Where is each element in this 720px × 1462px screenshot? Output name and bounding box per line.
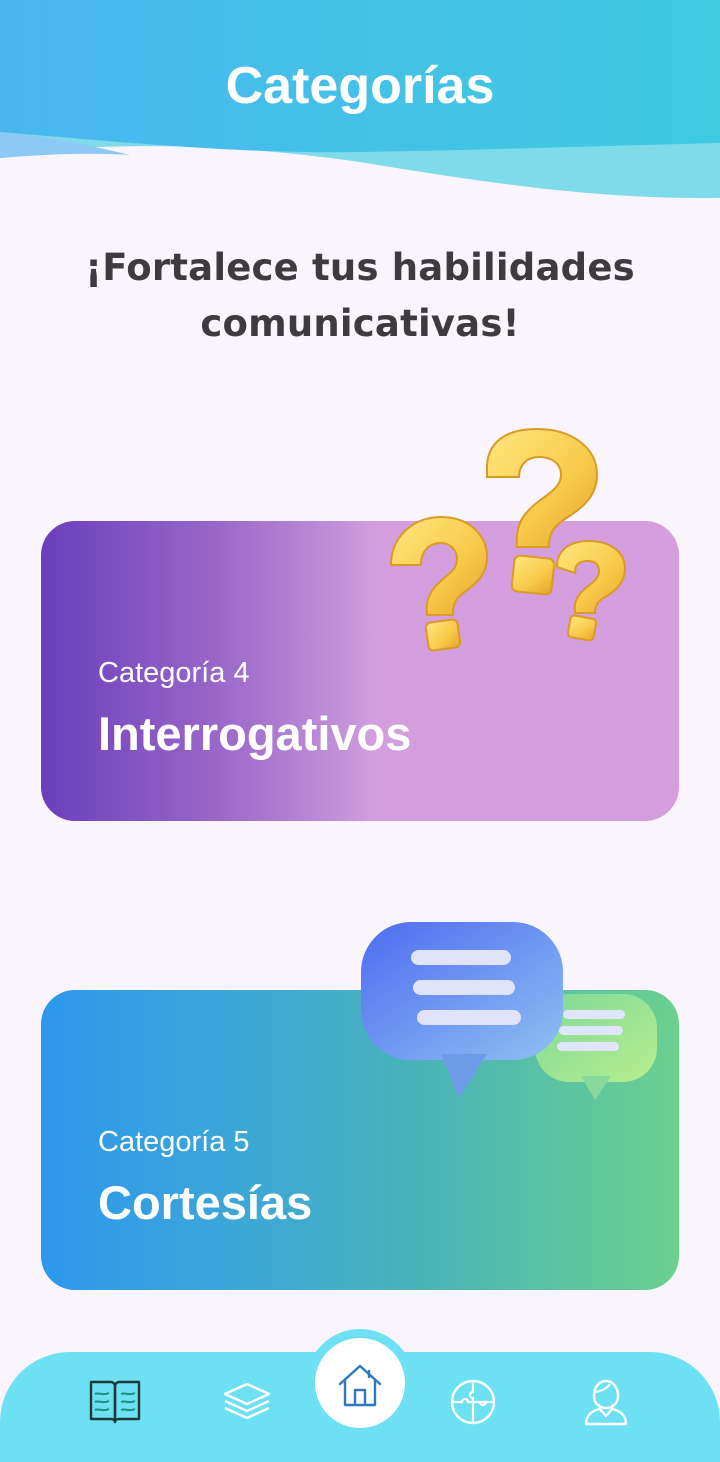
chat-bubbles-illustration [361,922,657,1100]
intro-line-2: comunicativas! [200,302,520,345]
question-mark-left [389,515,489,652]
category-title: Cortesías [98,1176,313,1229]
nav-profile-button[interactable] [580,1378,632,1426]
nav-home-button[interactable] [315,1338,405,1428]
category-number: Categoría 4 [98,657,250,689]
category-number: Categoría 5 [98,1126,250,1158]
puzzle-icon [450,1379,496,1425]
nav-library-button[interactable] [89,1378,141,1426]
layers-icon [223,1382,271,1420]
book-icon [89,1380,141,1424]
nav-categories-button[interactable] [221,1378,273,1426]
profile-icon [584,1379,628,1426]
category-title: Interrogativos [98,707,412,760]
chat-bubble-large [361,922,563,1098]
page-title: Categorías [225,57,495,115]
home-icon [338,1364,382,1407]
question-mark-large [486,427,599,596]
question-mark-small [555,539,627,642]
nav-games-button[interactable] [448,1378,500,1426]
intro-line-1: ¡Fortalece tus habilidades [85,246,635,289]
question-marks-illustration [389,427,627,652]
intro-heading: ¡Fortalece tus habilidades comunicativas… [60,240,660,352]
header: Categorías [0,0,720,200]
